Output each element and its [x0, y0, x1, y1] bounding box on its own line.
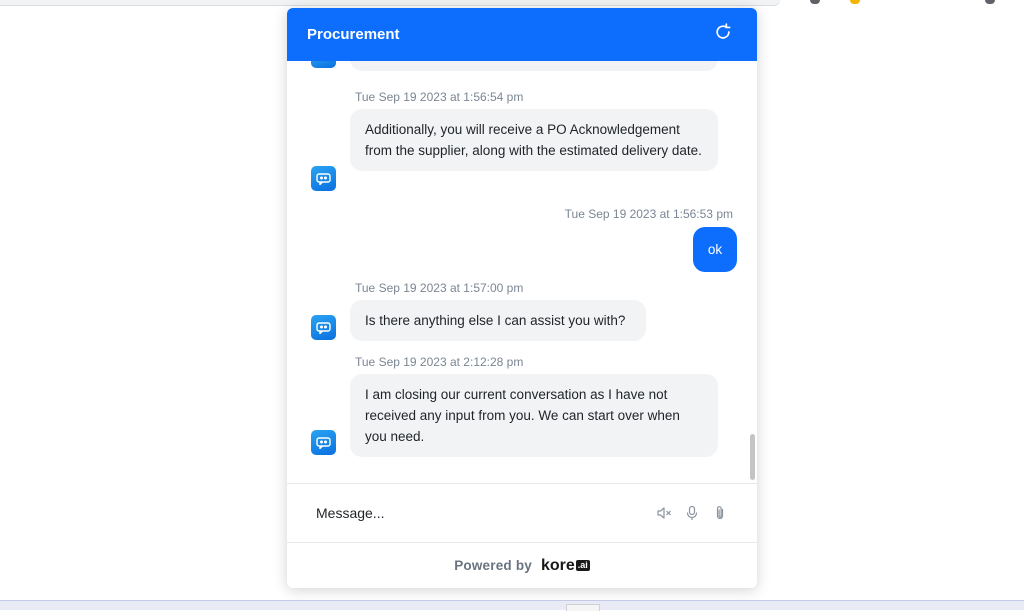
bot-message-bubble: I am closing our current conversation as… [350, 374, 718, 457]
message-timestamp: Tue Sep 19 2023 at 1:56:53 pm [564, 207, 733, 221]
bot-message-bubble: Is there anything else I can assist you … [350, 300, 646, 341]
message-composer [287, 483, 757, 543]
message-list[interactable]: Tue Sep 19 2023 at 1:56:54 pm Additional… [287, 61, 757, 483]
browser-icon[interactable] [810, 0, 820, 4]
brand-name: kore [540, 556, 575, 574]
chat-title: Procurement [307, 26, 400, 43]
message-input[interactable] [316, 505, 616, 521]
microphone-icon[interactable] [684, 505, 700, 521]
os-taskbar [0, 600, 1024, 611]
speaker-mute-icon[interactable] [656, 505, 672, 521]
chat-footer: Powered by kore .ai [287, 543, 757, 588]
message-timestamp: Tue Sep 19 2023 at 2:12:28 pm [355, 355, 524, 369]
bot-avatar-icon [311, 61, 336, 68]
brand-suffix: .ai [575, 560, 590, 571]
message-timestamp: Tue Sep 19 2023 at 1:57:00 pm [355, 281, 524, 295]
browser-menu-icon[interactable] [985, 0, 995, 4]
bot-avatar-icon [311, 315, 336, 340]
browser-address-bar[interactable] [0, 0, 780, 6]
chat-header: Procurement [287, 8, 757, 61]
bot-message-bubble [350, 61, 718, 71]
kore-ai-logo: kore .ai [541, 557, 590, 575]
user-message-bubble: ok [693, 227, 737, 272]
refresh-icon[interactable] [713, 22, 733, 42]
scrollbar-thumb[interactable] [750, 434, 755, 480]
chat-widget: Procurement Tue Sep 19 2023 at 1:56:54 p… [287, 8, 757, 588]
bot-message-bubble: Additionally, you will receive a PO Ackn… [350, 109, 718, 171]
powered-by-label: Powered by [454, 558, 532, 573]
browser-extension-icon[interactable] [850, 0, 860, 4]
message-timestamp: Tue Sep 19 2023 at 1:56:54 pm [355, 90, 524, 104]
message-scrollbar[interactable] [750, 61, 755, 483]
bot-avatar-icon [311, 166, 336, 191]
paperclip-icon[interactable] [712, 505, 728, 521]
bot-avatar-icon [311, 430, 336, 455]
